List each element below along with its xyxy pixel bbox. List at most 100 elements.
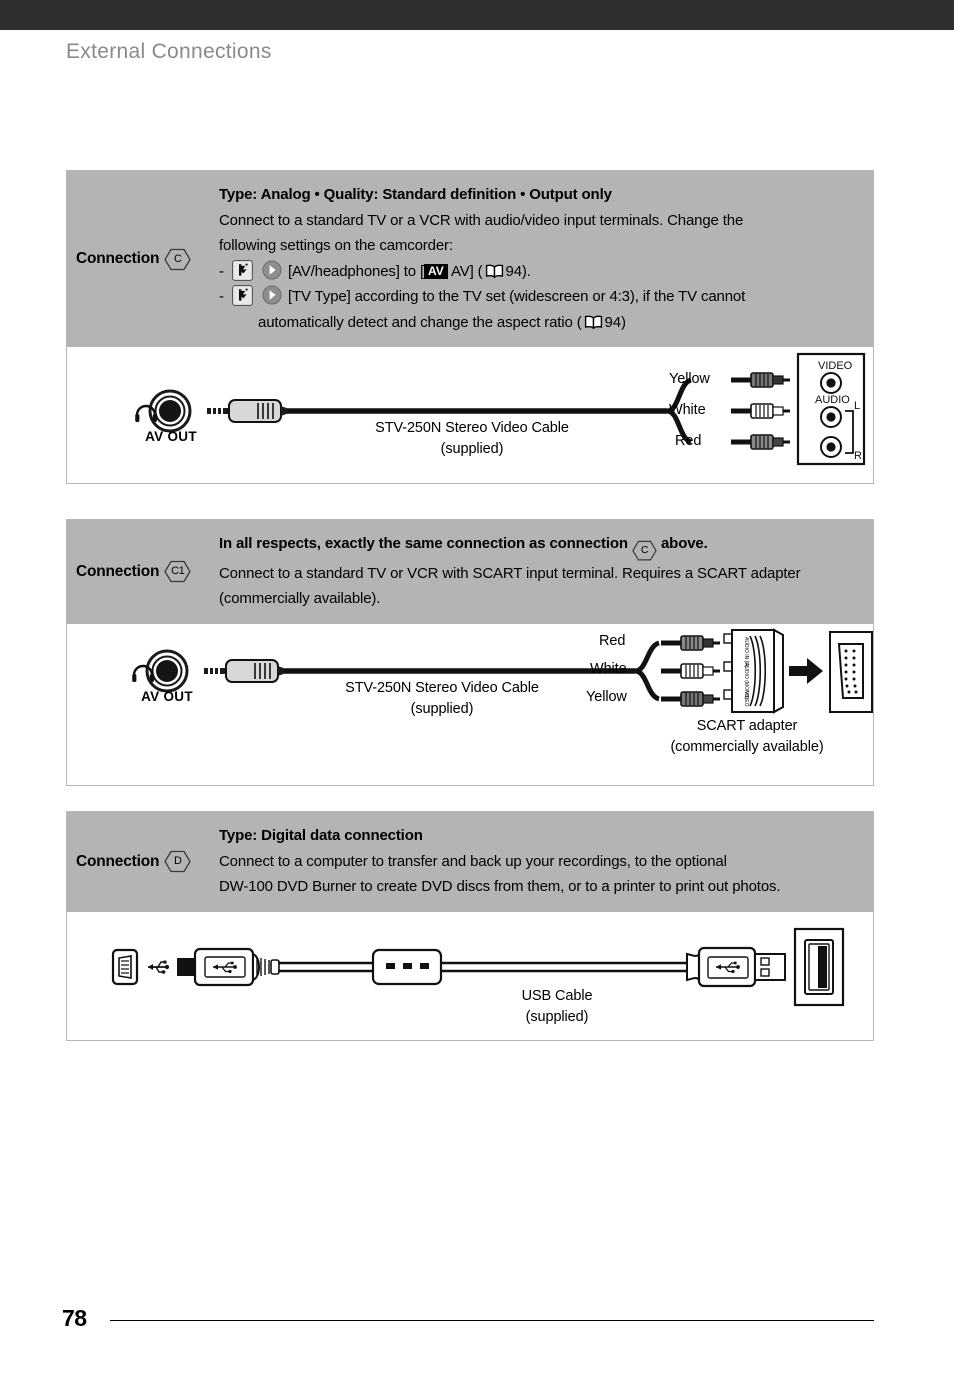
rca-plug-white	[661, 662, 720, 679]
wire-label-red: Red	[599, 632, 626, 649]
bullet-dash: -	[219, 262, 224, 280]
connection-c1-diagram: AUDIO IN (R) AUDIO (MONO) VIDEO Red Whit…	[67, 623, 873, 785]
connection-block-c: Connection C Type: Analog • Quality: Sta…	[66, 170, 874, 484]
cable-supplied-label: (supplied)	[410, 700, 474, 717]
rca-plug-yellow	[661, 690, 720, 707]
inline-connection-badge-c-text: C	[640, 544, 649, 556]
connection-d-header: Connection D Type: Digital data connecti…	[67, 812, 873, 912]
book-page-ref-icon	[584, 312, 603, 329]
connection-c-bullet-1-pageref: 94	[505, 262, 523, 280]
usb-cable-supplied-label: (supplied)	[525, 1008, 589, 1025]
scart-adapter-note-label: (commercially available)	[670, 738, 824, 755]
wire-label-white: White	[590, 660, 627, 677]
connection-c-header: Connection C Type: Analog • Quality: Sta…	[67, 171, 873, 347]
scart-adapter-name-label: SCART adapter	[696, 717, 798, 734]
connection-c-bullet-2-pre: [TV Type] according to the TV set (wides…	[288, 288, 746, 305]
connection-c-label-cell: Connection C	[67, 171, 219, 347]
svg-text:L: L	[854, 400, 860, 412]
chevron-right-icon	[262, 285, 282, 305]
connection-c-bullet-1-mid: AV] (	[451, 262, 483, 280]
connection-c1-line-3: (commercially available).	[219, 590, 381, 608]
page-title: External Connections	[66, 40, 272, 63]
stereo-mini-plug-icon	[207, 399, 289, 423]
svg-text:R: R	[854, 450, 862, 462]
connection-c-bullet-2-post: )	[620, 313, 626, 331]
connection-badge-c: C	[164, 248, 192, 271]
scart-adapter-icon: AUDIO IN (R) AUDIO (MONO) VIDEO	[723, 628, 784, 714]
connection-d-description: Type: Digital data connection Connect to…	[219, 812, 873, 912]
connection-block-d: Connection D Type: Digital data connecti…	[66, 811, 874, 1041]
rca-plug-white	[731, 403, 790, 419]
top-black-bar	[0, 0, 954, 30]
connection-c-diagram-svg: VIDEO AUDIO L R	[135, 352, 866, 466]
wrench-settings-icon	[232, 259, 253, 281]
connection-c1-label: Connection C1	[76, 560, 192, 583]
connection-c-bullet-2-cont-text: automatically detect and change the aspe…	[258, 313, 582, 331]
connection-c-bullet-2: - [TV Type] according to the TV set (wid…	[219, 284, 863, 335]
av-out-port-label: AV OUT	[145, 429, 197, 444]
connection-c1-line-2: Connect to a standard TV or VCR with SCA…	[219, 564, 801, 582]
usb-a-socket-icon	[793, 927, 845, 1006]
connection-d-line-2: Connect to a computer to transfer and ba…	[219, 852, 727, 870]
wrench-settings-icon	[232, 285, 253, 306]
page-number: 78	[62, 1305, 87, 1331]
svg-text:VIDEO: VIDEO	[818, 360, 853, 372]
mini-usb-port-icon	[111, 948, 139, 985]
connection-c-bullet-1: - [AV/headphones] to [AV AV] (94).	[219, 259, 863, 285]
arrow-right-icon	[789, 657, 823, 684]
wire-label-white: White	[669, 402, 706, 418]
footer-divider	[110, 1320, 874, 1321]
connection-c-bullet-1-post: ).	[521, 262, 531, 280]
svg-text:VIDEO: VIDEO	[743, 691, 749, 707]
connection-d-line-1: Type: Digital data connection	[219, 827, 423, 844]
connection-c1-header: Connection C1 In all respects, exactly t…	[67, 520, 873, 624]
connection-c-diagram: VIDEO AUDIO L R Yellow White Red AV OUT …	[67, 347, 873, 483]
stereo-mini-plug-icon	[204, 658, 286, 683]
connection-c1-description: In all respects, exactly the same connec…	[219, 520, 873, 624]
connection-c1-line-1-pre: In all respects, exactly the same connec…	[219, 535, 632, 552]
usb-a-plug-icon	[686, 946, 786, 987]
av-out-port-label: AV OUT	[141, 688, 193, 704]
connection-block-c1: Connection C1 In all respects, exactly t…	[66, 519, 874, 786]
mini-usb-plug-icon	[177, 947, 280, 986]
connection-d-label: Connection D	[76, 850, 192, 873]
connection-c-line-3: following settings on the camcorder:	[219, 237, 453, 254]
connection-c-label: Connection C	[76, 248, 192, 271]
connection-c-bullet-2-cont: automatically detect and change the aspe…	[232, 310, 863, 336]
connection-badge-c1: C1	[164, 560, 192, 583]
rca-plug-red	[661, 634, 720, 651]
connection-c-description: Type: Analog • Quality: Standard definit…	[219, 171, 873, 347]
svg-text:AUDIO: AUDIO	[815, 394, 850, 406]
connection-d-diagram: USB Cable (supplied)	[67, 911, 873, 1040]
connection-c-bullet-2-pageref: 94	[604, 313, 622, 331]
connection-badge-c-text: C	[173, 252, 182, 265]
wire-label-yellow: Yellow	[669, 371, 710, 387]
av-out-jack-icon	[132, 649, 189, 693]
connection-label-text: Connection	[76, 250, 160, 267]
connection-badge-c1-text: C1	[171, 565, 185, 578]
connection-c-line-2: Connect to a standard TV or a VCR with a…	[219, 211, 744, 229]
scart-socket-icon	[829, 630, 873, 713]
rca-plug-red	[731, 434, 790, 450]
tv-input-panel-icon: VIDEO AUDIO L R	[796, 352, 866, 466]
usb-symbol-icon	[148, 960, 170, 974]
inline-connection-badge-c: C	[632, 540, 657, 561]
connection-c-bullet-1-pre: [AV/headphones] to [	[288, 262, 425, 280]
bullet-dash: -	[219, 288, 224, 305]
ferrite-core-icon	[371, 948, 443, 985]
connection-label-text: Connection	[76, 852, 160, 870]
connection-c-line-1: Type: Analog • Quality: Standard definit…	[219, 186, 612, 203]
connection-d-label-cell: Connection D	[67, 812, 219, 912]
book-page-ref-icon	[485, 261, 504, 278]
cable-supplied-label: (supplied)	[440, 441, 504, 457]
usb-cable-name-label: USB Cable	[521, 987, 593, 1004]
chevron-right-icon	[262, 260, 282, 280]
connection-c1-label-cell: Connection C1	[67, 520, 219, 624]
connection-d-line-3: DW-100 DVD Burner to create DVD discs fr…	[219, 878, 781, 895]
connection-c1-line-1-post: above.	[656, 535, 708, 552]
cable-name-label: STV-250N Stereo Video Cable	[375, 420, 569, 436]
rca-plug-yellow	[731, 372, 790, 388]
av-out-jack-icon	[135, 389, 192, 433]
connection-badge-d: D	[164, 850, 192, 873]
av-badge: AV	[424, 263, 448, 279]
